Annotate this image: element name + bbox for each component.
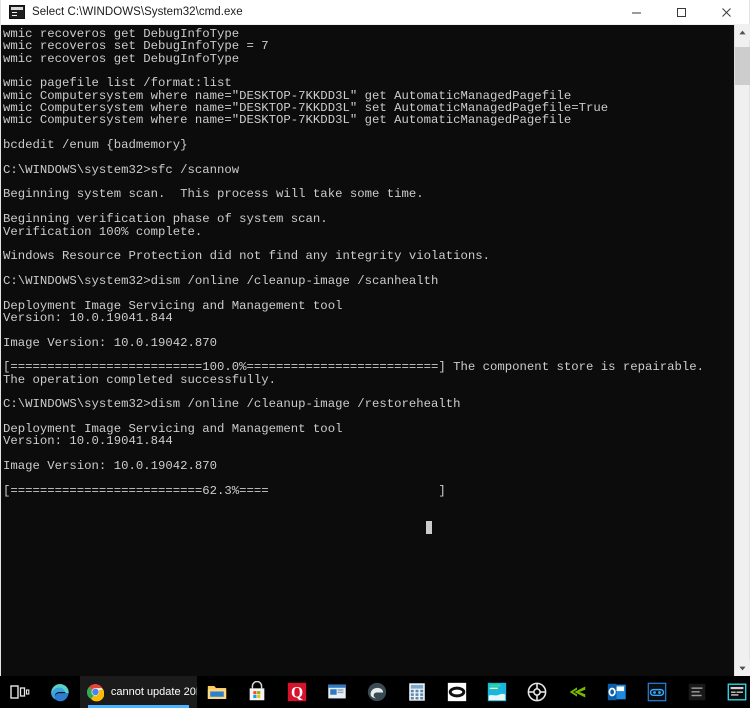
taskbar-item-qbittorrent[interactable]: Q [277,676,317,708]
taskbar-item-label: cannot update 20H... [110,686,197,698]
maximize-button[interactable] [659,0,704,25]
taskbar-item-cmd[interactable] [717,676,750,708]
task-view-icon [10,685,30,699]
calculator-icon [409,683,425,701]
remote-desktop-icon [328,684,346,699]
vertical-scrollbar[interactable] [734,25,750,676]
nvidia-icon [569,686,586,698]
edge-icon [51,684,69,702]
close-button[interactable] [704,0,749,25]
vr-headset-icon [647,682,667,702]
taskbar-item-outlook[interactable] [597,676,637,708]
cmd-console-icon [9,5,25,19]
taskbar-item-calculator[interactable] [397,676,437,708]
app-icon [688,683,706,701]
desktop: Select C:\WINDOWS\System32\cmd.exe wmic … [0,0,750,708]
taskbar-item-vr-headset[interactable] [637,676,677,708]
taskbar-item-edge[interactable] [40,676,80,708]
window-titlebar[interactable]: Select C:\WINDOWS\System32\cmd.exe [1,0,749,25]
taskbar-item-oculus[interactable] [437,676,477,708]
taskbar-item-unknown-app[interactable] [677,676,717,708]
outlook-icon [607,683,626,701]
taskbar-item-microsoft-store[interactable] [237,676,277,708]
chrome-icon [87,684,104,702]
taskbar-item-remote-desktop[interactable] [317,676,357,708]
text-cursor [426,521,432,534]
taskbar-item-edge-legacy[interactable] [357,676,397,708]
taskbar-item-paint[interactable] [477,676,517,708]
terminal-text: wmic recoveros get DebugInfoType wmic re… [3,27,705,498]
edge-legacy-icon [367,682,387,702]
paint-icon [487,682,507,702]
cmd-window: Select C:\WINDOWS\System32\cmd.exe wmic … [0,0,750,676]
oculus-icon [447,682,467,702]
file-explorer-icon [207,686,227,700]
scroll-down-arrow-icon[interactable] [735,661,750,676]
gear-icon [527,682,547,702]
taskbar-item-chrome[interactable]: cannot update 20H... [80,676,197,708]
taskbar-item-file-explorer[interactable] [197,676,237,708]
scrollbar-thumb[interactable] [735,47,750,85]
taskbar-item-settings[interactable] [517,676,557,708]
minimize-button[interactable] [614,0,659,25]
letter-q-icon: Q [287,682,307,702]
microsoft-store-icon [249,681,265,701]
window-title: Select C:\WINDOWS\System32\cmd.exe [32,6,243,18]
terminal-output-area[interactable]: wmic recoveros get DebugInfoType wmic re… [1,25,736,676]
window-controls [614,0,749,25]
taskbar-item-nvidia[interactable] [557,676,597,708]
task-view-button[interactable] [0,676,40,708]
scroll-up-arrow-icon[interactable] [735,25,750,40]
svg-text:Q: Q [291,685,303,702]
cmd-console-icon [727,683,747,701]
taskbar: cannot update 20H... [0,676,750,708]
